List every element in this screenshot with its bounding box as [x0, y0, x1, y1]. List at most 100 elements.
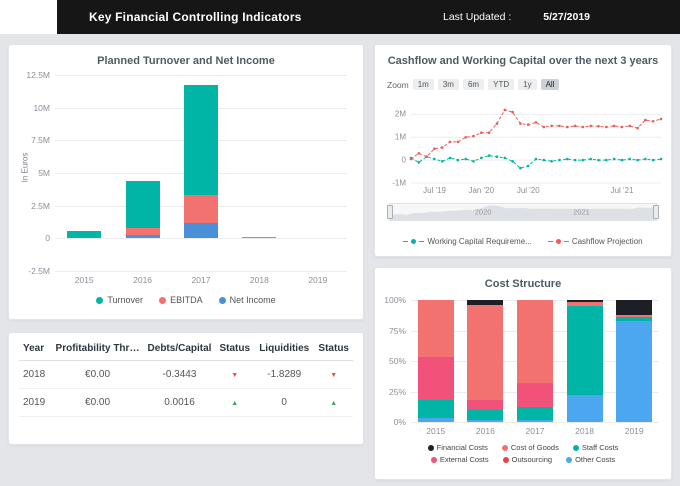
bar-cost-of-goods[interactable] [567, 302, 603, 306]
bar-net-income[interactable] [184, 223, 218, 239]
cashflow-chart-title: Cashflow and Working Capital over the ne… [375, 45, 671, 67]
bar-turnover[interactable] [67, 231, 101, 239]
data-point [621, 126, 624, 129]
data-point [410, 158, 413, 161]
legend-dot [566, 457, 572, 463]
data-point [605, 126, 608, 129]
cost-chart-card: Cost Structure 100%75%50%25%0%2015201620… [374, 267, 672, 480]
table-row[interactable]: 2018€0.00-0.3443▼-1.8289▼ [19, 361, 353, 389]
data-point [425, 155, 428, 158]
data-point [582, 159, 585, 162]
bar-cost-of-goods[interactable] [517, 300, 553, 383]
bar-cost-of-goods[interactable] [616, 315, 652, 317]
bar-other-costs[interactable] [517, 420, 553, 422]
bar-external-costs[interactable] [517, 383, 553, 407]
header-bar: Key Financial Controlling Indicators Las… [57, 0, 680, 34]
bar-staff-costs[interactable] [517, 407, 553, 419]
zoom-label: Zoom [387, 80, 409, 90]
navigator-year-label: 2021 [573, 208, 590, 217]
data-point [464, 136, 467, 139]
zoom-button-1y[interactable]: 1y [518, 79, 536, 90]
bar-cost-of-goods[interactable] [467, 305, 503, 400]
bar-ebitda[interactable] [126, 228, 160, 235]
bar-other-costs[interactable] [418, 418, 454, 422]
data-point [504, 109, 507, 112]
legend-item-net-income: Net Income [219, 295, 276, 305]
y-tick-label: 2.5M [31, 201, 50, 211]
bar-ebitda[interactable] [242, 237, 276, 238]
data-point [464, 158, 467, 161]
data-point [418, 152, 421, 155]
status-cell: ▲ [314, 389, 353, 417]
bar-external-costs[interactable] [418, 357, 454, 400]
bar-slot: 2018 [560, 300, 610, 422]
kpi-table-card: YearProfitability Thresh...Debts/Capital… [8, 332, 364, 445]
zoom-button-ytd[interactable]: YTD [488, 79, 514, 90]
bar-financial-costs[interactable] [616, 300, 652, 315]
bar-net-income[interactable] [126, 235, 160, 238]
header: Key Financial Controlling Indicators Las… [0, 0, 680, 34]
bar-slot: 2015 [411, 300, 461, 422]
table-header-row: YearProfitability Thresh...Debts/Capital… [19, 335, 353, 361]
bar-slot: 2019 [609, 300, 659, 422]
x-tick-label: Jul '21 [611, 186, 634, 195]
series-working-capital-requireme[interactable] [411, 156, 661, 169]
y-tick-label: -2.5M [28, 266, 50, 276]
zoom-button-6m[interactable]: 6m [463, 79, 484, 90]
bar-staff-costs[interactable] [567, 306, 603, 395]
bar-external-costs[interactable] [467, 400, 503, 410]
zoom-button-1m[interactable]: 1m [413, 79, 434, 90]
x-tick-label: 2016 [113, 275, 171, 285]
navigator-handle-left[interactable] [387, 205, 393, 219]
x-tick-label: 2019 [289, 275, 347, 285]
navigator-year-label: 2020 [475, 208, 492, 217]
bar-other-costs[interactable] [467, 420, 503, 422]
status-cell: ▼ [314, 361, 353, 389]
bar-staff-costs[interactable] [616, 317, 652, 321]
data-point [535, 121, 538, 124]
y-tick-label: 2M [395, 110, 406, 119]
legend-label: Cashflow Projection [572, 237, 643, 246]
data-point [480, 131, 483, 134]
bar-staff-costs[interactable] [418, 400, 454, 418]
legend-dot [428, 445, 434, 451]
cost-chart-title: Cost Structure [375, 268, 671, 290]
bar-cost-of-goods[interactable] [418, 300, 454, 357]
legend-dot [96, 297, 103, 304]
bar-staff-costs[interactable] [467, 410, 503, 420]
table-cell: 0 [254, 389, 314, 417]
legend-label: Net Income [230, 295, 276, 305]
zoom-button-3m[interactable]: 3m [438, 79, 459, 90]
logo-space [0, 0, 57, 34]
bar-turnover[interactable] [184, 85, 218, 195]
y-tick-label: 100% [384, 295, 406, 305]
table-cell: €0.00 [52, 389, 144, 417]
bar-financial-costs[interactable] [567, 300, 603, 302]
legend-label: Cost of Goods [511, 443, 559, 452]
series-cashflow-projection[interactable] [411, 110, 661, 159]
bar-ebitda[interactable] [184, 195, 218, 222]
data-point [511, 160, 514, 163]
x-tick-label: Jul '20 [517, 186, 540, 195]
bar-financial-costs[interactable] [467, 300, 503, 305]
legend-line [564, 241, 569, 242]
x-tick-label: 2018 [560, 426, 610, 436]
bar-slot: 2016 [113, 75, 171, 271]
arrow-up-icon: ▲ [231, 400, 238, 407]
bar-other-costs[interactable] [567, 395, 603, 422]
bar-other-costs[interactable] [616, 321, 652, 422]
bar-turnover[interactable] [126, 181, 160, 228]
data-point [566, 158, 569, 161]
data-point [629, 158, 632, 161]
y-axis-title: In Euros [21, 138, 30, 198]
range-navigator[interactable]: 2020 2021 [389, 203, 657, 221]
zoom-button-all[interactable]: All [541, 79, 560, 90]
legend-item-turnover: Turnover [96, 295, 143, 305]
x-tick-label: Jan '20 [468, 186, 494, 195]
bar-slot: 2019 [289, 75, 347, 271]
table-row[interactable]: 2019€0.000.0016▲0▲ [19, 389, 353, 417]
navigator-handle-right[interactable] [653, 205, 659, 219]
data-point [636, 127, 639, 130]
cost-plot: 100%75%50%25%0%20152016201720182019 [411, 300, 659, 422]
legend-label: Turnover [107, 295, 143, 305]
